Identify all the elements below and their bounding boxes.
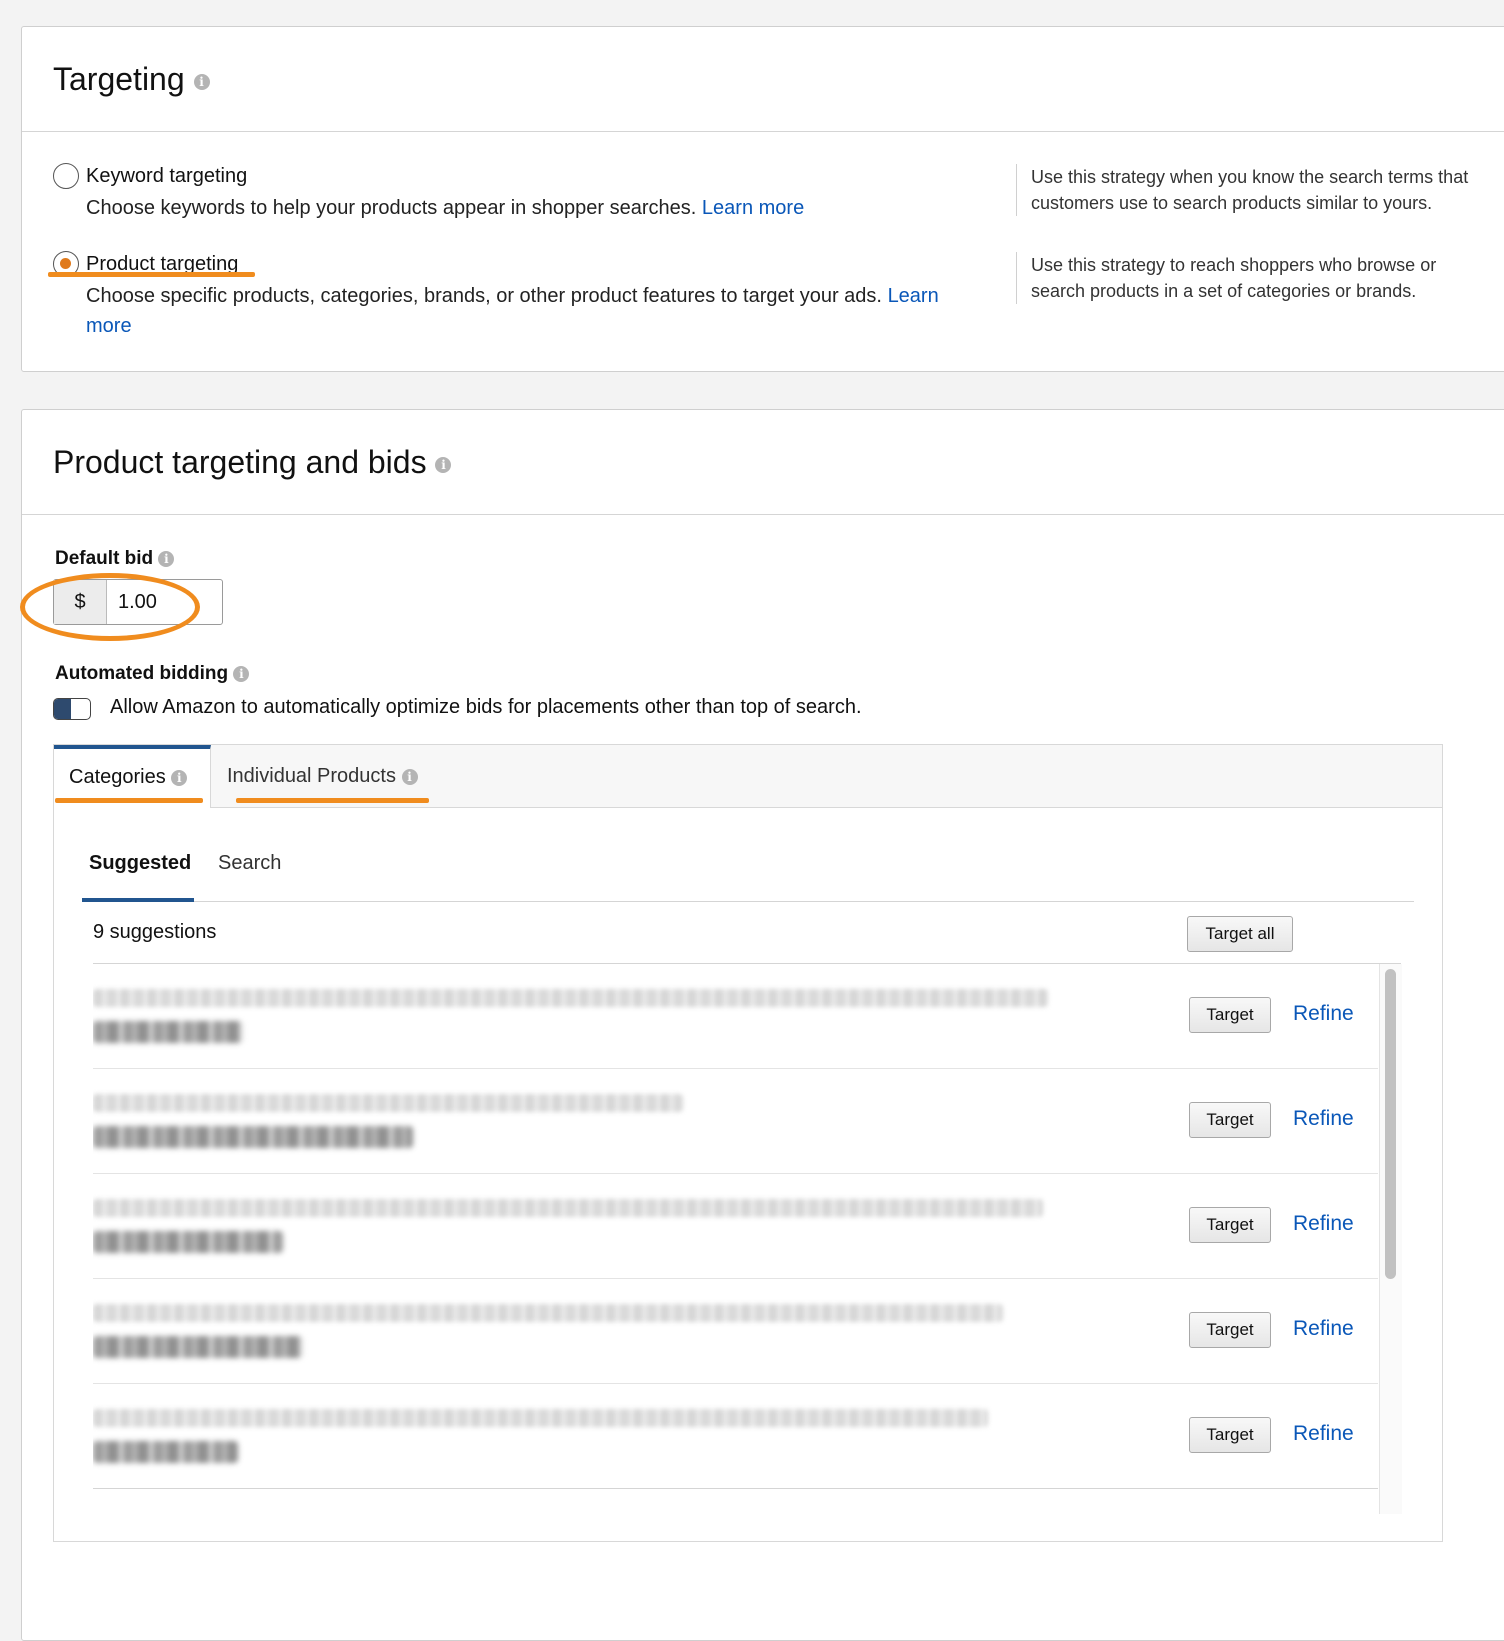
- list-divider: [93, 1488, 1378, 1489]
- annotation-circle: [20, 573, 200, 641]
- annotation-underline: [48, 272, 255, 277]
- list-item: Target Refine: [93, 1279, 1378, 1384]
- target-button[interactable]: Target: [1189, 997, 1271, 1033]
- blurred-category-path: [93, 1304, 1003, 1322]
- blurred-category-path: [93, 1409, 988, 1427]
- annotation-underline: [236, 798, 429, 803]
- refine-link[interactable]: Refine: [1293, 1317, 1354, 1341]
- keyword-learn-more-link[interactable]: Learn more: [702, 197, 804, 219]
- target-button[interactable]: Target: [1189, 1207, 1271, 1243]
- blurred-category-name: [93, 1126, 413, 1148]
- targeting-header: Targeting i: [22, 27, 1504, 132]
- automated-bidding-toggle[interactable]: [53, 698, 91, 720]
- subtab-active-indicator: [82, 898, 194, 902]
- list-item: Target Refine: [93, 1069, 1378, 1174]
- refine-link[interactable]: Refine: [1293, 1002, 1354, 1026]
- suggestion-list: Target Refine Target Refine Target Refin…: [93, 964, 1401, 1514]
- list-item: Target Refine: [93, 1384, 1378, 1489]
- product-targeting-description: Choose specific products, categories, br…: [86, 285, 939, 337]
- keyword-targeting-note: Use this strategy when you know the sear…: [1016, 164, 1471, 216]
- target-button[interactable]: Target: [1189, 1417, 1271, 1453]
- product-targeting-note: Use this strategy to reach shoppers who …: [1016, 252, 1471, 304]
- suggestion-count: 9 suggestions: [93, 921, 217, 943]
- refine-link[interactable]: Refine: [1293, 1212, 1354, 1236]
- bids-title: Product targeting and bids i: [53, 444, 452, 481]
- keyword-targeting-radio[interactable]: [53, 163, 79, 189]
- subtab-divider: [82, 901, 1414, 902]
- info-icon[interactable]: i: [435, 456, 452, 473]
- list-item: Target Refine: [93, 1174, 1378, 1279]
- automated-bidding-label: Automated bidding i: [55, 663, 250, 685]
- info-icon[interactable]: i: [171, 769, 188, 786]
- annotation-underline: [55, 798, 203, 803]
- blurred-category-name: [93, 1336, 303, 1358]
- refine-link[interactable]: Refine: [1293, 1107, 1354, 1131]
- subtab-suggested[interactable]: Suggested: [89, 852, 191, 875]
- bids-header: Product targeting and bids i: [22, 410, 1504, 515]
- keyword-targeting-label: Keyword targeting: [86, 165, 248, 187]
- info-icon[interactable]: i: [233, 665, 250, 682]
- targeting-card: Targeting i Keyword targeting Choose key…: [21, 26, 1504, 372]
- blurred-category-name: [93, 1231, 283, 1253]
- target-button[interactable]: Target: [1189, 1102, 1271, 1138]
- target-all-button[interactable]: Target all: [1187, 916, 1293, 952]
- blurred-category-path: [93, 1199, 1043, 1217]
- list-item: Target Refine: [93, 964, 1378, 1069]
- targeting-title: Targeting i: [53, 61, 210, 98]
- subtab-search[interactable]: Search: [218, 852, 281, 875]
- info-icon[interactable]: i: [158, 550, 175, 567]
- default-bid-label: Default bid i: [55, 548, 175, 570]
- blurred-category-path: [93, 1094, 683, 1112]
- blurred-category-name: [93, 1021, 243, 1043]
- blurred-category-path: [93, 989, 1048, 1007]
- target-button[interactable]: Target: [1189, 1312, 1271, 1348]
- info-icon[interactable]: i: [193, 73, 210, 90]
- info-icon[interactable]: i: [401, 768, 418, 785]
- automated-bidding-text: Allow Amazon to automatically optimize b…: [110, 696, 862, 718]
- scrollbar-thumb[interactable]: [1385, 969, 1396, 1279]
- blurred-category-name: [93, 1441, 238, 1463]
- keyword-targeting-description: Choose keywords to help your products ap…: [86, 197, 805, 219]
- refine-link[interactable]: Refine: [1293, 1422, 1354, 1446]
